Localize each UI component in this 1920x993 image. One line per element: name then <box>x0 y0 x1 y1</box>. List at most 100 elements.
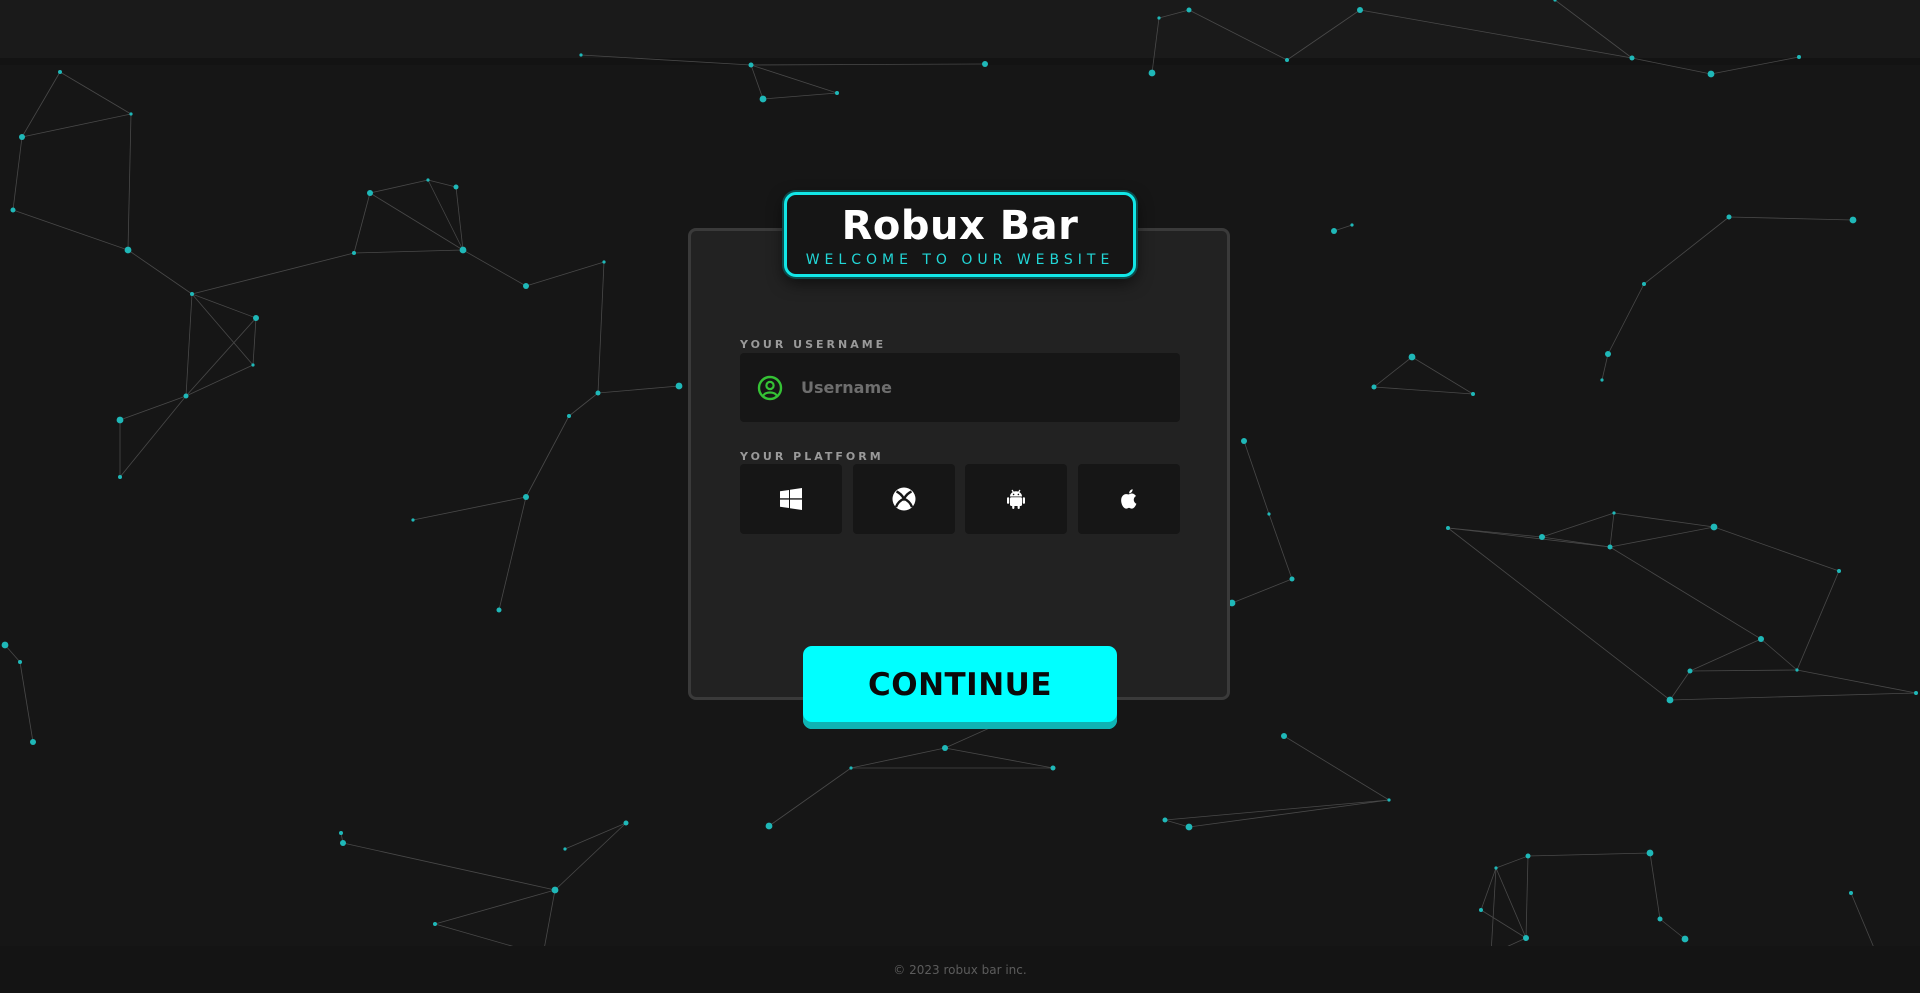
network-node <box>251 363 255 367</box>
network-node <box>58 70 62 74</box>
username-field[interactable] <box>740 353 1180 422</box>
network-node <box>1148 69 1156 77</box>
network-node <box>116 416 124 424</box>
platform-windows-button[interactable] <box>740 464 842 534</box>
network-node <box>124 246 132 254</box>
network-node <box>523 283 529 289</box>
xbox-icon <box>892 487 916 511</box>
network-node <box>523 494 529 500</box>
network-node <box>595 390 601 396</box>
brand-subtitle: WELCOME TO OUR WEBSITE <box>805 252 1115 268</box>
network-node <box>551 886 559 894</box>
network-node <box>118 475 122 479</box>
windows-icon <box>780 488 802 510</box>
network-node <box>367 190 373 196</box>
network-node <box>1357 7 1363 13</box>
network-node <box>1849 216 1857 224</box>
network-node <box>942 745 948 751</box>
network-node <box>183 393 189 399</box>
network-node <box>567 414 571 418</box>
network-node <box>10 207 16 213</box>
network-node <box>1281 733 1287 739</box>
username-input[interactable] <box>799 377 1163 398</box>
network-node <box>1837 569 1841 573</box>
network-node <box>19 134 25 140</box>
network-node <box>982 61 988 67</box>
continue-button[interactable]: CONTINUE <box>803 646 1117 729</box>
network-node <box>1758 636 1764 642</box>
platform-label: YOUR PLATFORM <box>740 450 884 463</box>
network-node <box>339 831 343 835</box>
network-node <box>1539 534 1545 540</box>
page: Robux Bar WELCOME TO OUR WEBSITE YOUR US… <box>0 0 1920 993</box>
brand-badge: Robux Bar WELCOME TO OUR WEBSITE <box>784 192 1136 277</box>
network-node <box>459 246 467 254</box>
network-node <box>748 62 754 68</box>
network-node <box>1523 935 1529 941</box>
network-node <box>1350 223 1354 227</box>
network-node <box>190 292 194 296</box>
network-node <box>1267 512 1271 516</box>
network-node <box>1707 70 1715 78</box>
network-node <box>453 184 459 190</box>
platform-apple-button[interactable] <box>1077 464 1180 534</box>
network-node <box>1553 0 1557 2</box>
network-node <box>579 53 583 57</box>
platform-android-button[interactable] <box>965 464 1068 534</box>
network-node <box>835 91 839 95</box>
footer: © 2023 robux bar inc. <box>0 946 1920 993</box>
network-node <box>1642 282 1646 286</box>
network-node <box>1185 823 1193 831</box>
network-node <box>1657 916 1663 922</box>
network-node <box>340 840 346 846</box>
network-node <box>675 382 683 390</box>
network-node <box>1494 866 1498 870</box>
network-node <box>1186 7 1192 13</box>
network-node <box>759 95 767 103</box>
network-node <box>496 607 502 613</box>
network-node <box>253 315 259 321</box>
platform-xbox-button[interactable] <box>852 464 955 534</box>
brand-title: Robux Bar <box>841 203 1079 249</box>
network-node <box>1446 526 1450 530</box>
network-node <box>433 922 437 926</box>
username-label: YOUR USERNAME <box>740 338 887 351</box>
network-node <box>1 641 9 649</box>
android-icon <box>1007 489 1026 509</box>
network-node <box>426 178 430 182</box>
platform-selector <box>740 464 1180 534</box>
network-node <box>1289 576 1295 582</box>
user-circle-icon <box>757 375 783 401</box>
network-node <box>1710 523 1718 531</box>
network-node <box>1162 817 1168 823</box>
network-node <box>1687 668 1693 674</box>
network-node <box>563 847 567 851</box>
network-node <box>1241 438 1247 444</box>
network-node <box>129 112 133 116</box>
network-node <box>411 518 415 522</box>
network-node <box>1849 891 1853 895</box>
network-node <box>1646 849 1654 857</box>
network-node <box>1285 58 1289 62</box>
network-node <box>1681 935 1689 943</box>
network-node <box>849 766 853 770</box>
network-node <box>623 820 629 826</box>
network-node <box>18 660 22 664</box>
network-node <box>1387 798 1391 802</box>
network-node <box>1605 351 1611 357</box>
network-node <box>1629 55 1635 61</box>
network-node <box>1607 544 1613 550</box>
network-node <box>1371 384 1377 390</box>
network-node <box>602 260 606 264</box>
network-node <box>1612 511 1616 515</box>
network-node <box>1525 853 1531 859</box>
apple-icon <box>1121 489 1137 509</box>
network-node <box>1666 696 1674 704</box>
network-node <box>1050 765 1056 771</box>
network-node <box>352 251 356 255</box>
network-node <box>1471 392 1475 396</box>
network-node <box>1797 55 1801 59</box>
footer-copyright: © 2023 robux bar inc. <box>893 962 1027 977</box>
network-node <box>1479 908 1483 912</box>
network-node <box>1408 353 1416 361</box>
